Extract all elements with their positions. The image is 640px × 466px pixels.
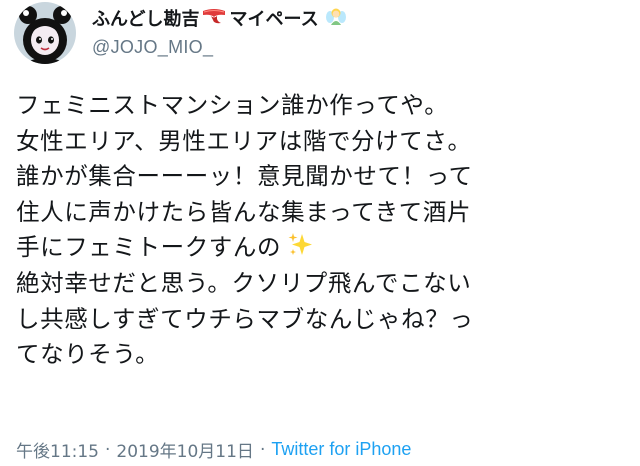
author-handle[interactable]: @JOJO_MIO_ xyxy=(92,37,347,58)
tweet-header: ふんどし勘吉 マイペース @JOJO_MIO_ xyxy=(14,0,347,76)
meta-separator: · xyxy=(105,439,111,460)
fairy-emoji-icon xyxy=(325,5,347,31)
tweet-line: てなりそう。 xyxy=(16,340,160,369)
display-name-suffix[interactable]: マイペース xyxy=(229,5,318,31)
display-name-row[interactable]: ふんどし勘吉 マイペース xyxy=(92,6,347,30)
meta-separator: · xyxy=(259,439,266,460)
author-names: ふんどし勘吉 マイペース @JOJO_MIO_ xyxy=(92,6,347,58)
tweet-line-text: 手にフェミトークすんの xyxy=(16,233,282,262)
tweet-source-link[interactable]: Twitter for iPhone xyxy=(271,439,411,460)
tweet-line-with-emoji: 手にフェミトークすんの xyxy=(16,230,628,266)
sparkles-emoji-icon xyxy=(287,232,313,269)
tweet-time[interactable]: 午後11:15 xyxy=(16,437,99,462)
avatar-image xyxy=(14,2,76,64)
tweet-line: 住人に声かけたら皆んな集まってきて酒片 xyxy=(16,197,472,226)
tweet-line: 誰かが集合ーーーッ！意見聞かせて！って xyxy=(16,162,473,191)
display-name[interactable]: ふんどし勘吉 xyxy=(92,5,199,31)
tweet-card: ふんどし勘吉 マイペース @JOJO_MIO_ フェミニストマンション誰か作って… xyxy=(0,0,640,466)
red-fundoshi-icon xyxy=(201,7,227,29)
avatar[interactable] xyxy=(14,2,76,64)
tweet-text: フェミニストマンション誰か作ってや。 女性エリア、男性エリアは階で分けてさ。 誰… xyxy=(16,88,628,373)
tweet-line: し共感しすぎてウチらマブなんじゃね？っ xyxy=(16,304,474,333)
tweet-date[interactable]: 2019年10月11日 xyxy=(116,437,254,462)
tweet-meta: 午後11:15 · 2019年10月11日 · Twitter for iPho… xyxy=(16,437,411,462)
tweet-line: 絶対幸せだと思う。クソリプ飛んでこない xyxy=(16,268,472,297)
tweet-line: フェミニストマンション誰か作ってや。 xyxy=(16,91,449,119)
tweet-line: 女性エリア、男性エリアは階で分けてさ。 xyxy=(16,126,472,155)
